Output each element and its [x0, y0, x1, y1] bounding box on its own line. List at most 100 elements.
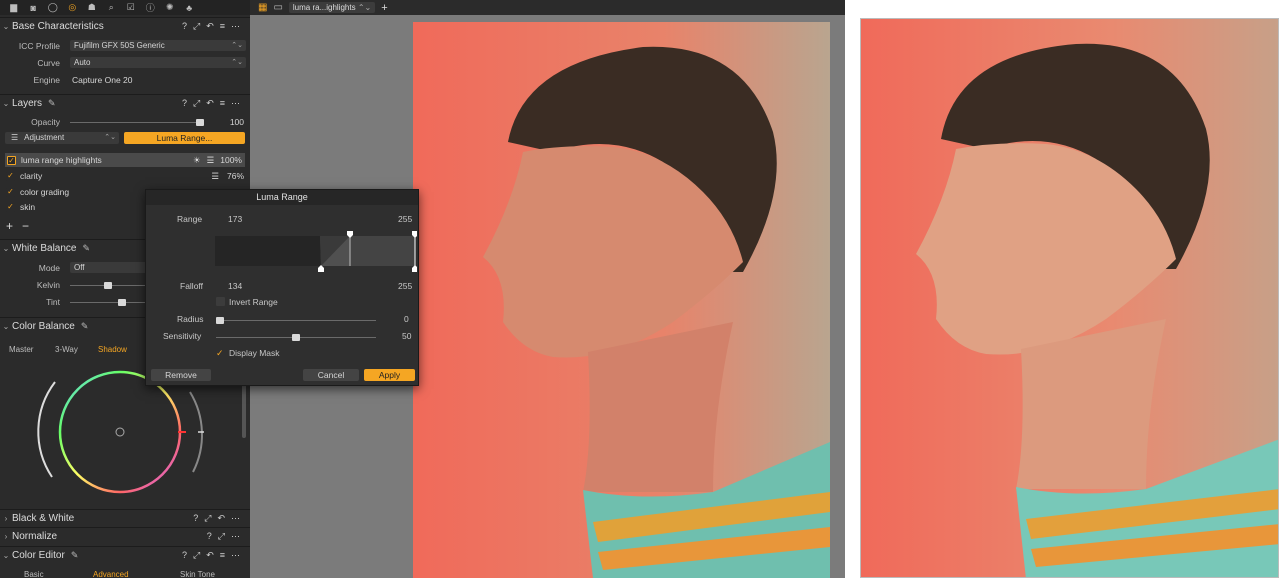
add-icon[interactable]: + — [381, 2, 387, 14]
menu-icon[interactable]: ≡ — [220, 550, 225, 561]
pen-icon[interactable]: ✎ — [82, 243, 90, 254]
color-icon[interactable]: ☗ — [82, 1, 102, 15]
layers-icon[interactable]: ◎ — [63, 1, 83, 15]
gear-icon[interactable]: ✺ — [160, 1, 180, 15]
chevron-down-icon[interactable]: ⌄ — [0, 22, 12, 31]
more-icon[interactable]: ⋯ — [231, 531, 240, 542]
layer-checkbox[interactable]: ✓ — [6, 202, 15, 212]
opacity-slider[interactable] — [196, 119, 204, 126]
help-icon[interactable]: ? — [182, 21, 187, 32]
pen-icon[interactable]: ✎ — [48, 98, 56, 109]
menu-icon[interactable]: ≡ — [220, 21, 225, 32]
more-icon[interactable]: ⋯ — [231, 21, 240, 32]
tab-advanced[interactable]: Advanced — [93, 570, 129, 578]
radius-slider[interactable] — [216, 317, 224, 324]
copy-apply-icon[interactable]: ⤢ — [218, 531, 225, 542]
chevron-down-icon[interactable]: ⌄ — [0, 322, 12, 331]
pen-icon[interactable]: ✎ — [71, 550, 79, 561]
layer-checkbox[interactable]: ✓ — [6, 171, 15, 181]
camera-icon[interactable]: ◙ — [24, 1, 44, 15]
invert-range-checkbox[interactable] — [216, 297, 225, 306]
curve-select[interactable]: Auto ⌃⌄ — [70, 57, 246, 68]
layer-row-clarity[interactable]: ✓ clarity ☰ 76% — [6, 169, 244, 183]
falloff-low-value[interactable]: 134 — [228, 281, 242, 291]
chevron-down-icon[interactable]: ⌄ — [0, 99, 12, 108]
more-icon[interactable]: ⋯ — [231, 550, 240, 561]
scrollbar[interactable] — [242, 378, 246, 438]
help-icon[interactable]: ? — [193, 513, 198, 524]
sensitivity-slider[interactable] — [292, 334, 300, 341]
icc-profile-select[interactable]: Fujifilm GFX 50S Generic ⌃⌄ — [70, 40, 246, 51]
chevron-down-icon[interactable]: ⌄ — [0, 244, 12, 253]
menu-icon[interactable]: ≡ — [220, 98, 225, 109]
chevron-right-icon[interactable]: › — [0, 532, 12, 541]
tab-master[interactable]: Master — [9, 345, 33, 354]
dialog-title: Luma Range — [146, 190, 418, 205]
layer-checkbox[interactable]: ✓ — [6, 187, 15, 197]
reset-icon[interactable]: ↶ — [206, 21, 214, 32]
folder-icon[interactable]: ▆ — [4, 1, 24, 15]
layers-header[interactable]: ⌄ Layers ✎ ? ⤢ ↶ ≡ ⋯ — [0, 94, 250, 111]
adjustment-select[interactable]: ☰ Adjustment ⌃⌄ — [5, 132, 119, 144]
photo-with-mask[interactable] — [413, 22, 830, 578]
search-icon[interactable]: ⌕ — [102, 1, 122, 15]
help-icon[interactable]: ? — [182, 550, 187, 561]
range-low-value[interactable]: 173 — [228, 214, 242, 224]
brightness-icon[interactable]: ☀ — [193, 155, 201, 166]
remove-button[interactable]: Remove — [151, 369, 211, 381]
reset-icon[interactable]: ↶ — [217, 513, 225, 524]
color-editor-header[interactable]: ⌄ Color Editor ✎ ? ⤢ ↶ ≡ ⋯ — [0, 546, 250, 563]
adjust-icon[interactable]: ☰ — [207, 155, 215, 166]
display-mask-checkbox[interactable]: ✓ — [216, 348, 224, 359]
reset-icon[interactable]: ↶ — [206, 550, 214, 561]
more-icon[interactable]: ⋯ — [231, 513, 240, 524]
opacity-value[interactable]: 100 — [214, 117, 244, 127]
range-high-value[interactable]: 255 — [398, 214, 412, 224]
section-title: Normalize — [12, 530, 58, 542]
chevron-down-icon[interactable]: ⌄ — [0, 551, 12, 560]
tab-skin-tone[interactable]: Skin Tone — [180, 570, 215, 578]
check-icon[interactable]: ☑ — [121, 1, 141, 15]
circle-icon[interactable]: ◯ — [43, 1, 63, 15]
more-icon[interactable]: ⋯ — [231, 98, 240, 109]
tint-slider[interactable] — [118, 299, 126, 306]
luma-range-curve[interactable] — [215, 230, 417, 276]
variant-select[interactable]: luma ra...ighlights ⌃⌄ — [288, 2, 376, 13]
radius-value[interactable]: 0 — [404, 314, 409, 324]
photo-original[interactable] — [860, 18, 1279, 578]
reset-icon[interactable]: ↶ — [206, 98, 214, 109]
black-white-header[interactable]: › Black & White ? ⤢ ↶ ⋯ — [0, 509, 250, 526]
tab-shadow[interactable]: Shadow — [98, 345, 127, 354]
tint-track[interactable] — [70, 302, 145, 303]
copy-apply-icon[interactable]: ⤢ — [193, 98, 200, 109]
chevron-right-icon[interactable]: › — [0, 514, 12, 523]
mode-select[interactable]: Off — [70, 262, 150, 273]
copy-apply-icon[interactable]: ⤢ — [193, 21, 200, 32]
help-icon[interactable]: ? — [182, 98, 187, 109]
copy-apply-icon[interactable]: ⤢ — [193, 550, 200, 561]
sliders-icon[interactable]: ♣ — [180, 1, 200, 15]
tab-3-way[interactable]: 3-Way — [55, 345, 78, 354]
kelvin-slider[interactable] — [104, 282, 112, 289]
info-icon[interactable]: ⓘ — [141, 1, 161, 15]
help-icon[interactable]: ? — [207, 531, 212, 542]
cancel-button[interactable]: Cancel — [303, 369, 359, 381]
apply-button[interactable]: Apply — [364, 369, 415, 381]
sensitivity-value[interactable]: 50 — [402, 331, 411, 341]
remove-layer-icon[interactable]: − — [22, 219, 29, 233]
adjust-icon[interactable]: ☰ — [211, 171, 219, 182]
single-view-icon[interactable]: ▭ — [273, 2, 282, 13]
normalize-header[interactable]: › Normalize ? ⤢ ⋯ — [0, 527, 250, 544]
opacity-track[interactable] — [70, 122, 204, 123]
copy-apply-icon[interactable]: ⤢ — [204, 513, 211, 524]
layer-row-luma[interactable]: ✓ luma range highlights ☀ ☰ 100% — [5, 153, 245, 167]
base-characteristics-header[interactable]: ⌄ Base Characteristics ? ⤢ ↶ ≡ ⋯ — [0, 17, 250, 34]
tab-basic[interactable]: Basic — [24, 570, 44, 578]
radius-track[interactable] — [216, 320, 376, 321]
grid-view-icon[interactable]: ▦ — [258, 2, 267, 13]
luma-range-button[interactable]: Luma Range... — [124, 132, 245, 144]
layer-checkbox[interactable]: ✓ — [7, 155, 16, 165]
pen-icon[interactable]: ✎ — [81, 321, 89, 332]
falloff-high-value[interactable]: 255 — [398, 281, 412, 291]
add-layer-icon[interactable]: + — [6, 219, 13, 233]
